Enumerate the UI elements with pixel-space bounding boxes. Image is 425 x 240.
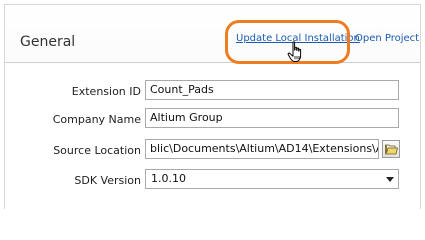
chevron-down-icon[interactable] — [386, 177, 394, 182]
update-local-installation-link[interactable]: Update Local Installation — [236, 33, 360, 44]
section-title: General — [20, 34, 76, 50]
folder-icon — [385, 144, 398, 155]
sdk-version-value: 1.0.10 — [151, 172, 186, 185]
open-project-link[interactable]: Open Project — [355, 33, 419, 44]
company-name-field[interactable]: Altium Group — [145, 108, 399, 128]
company-name-label: Company Name — [52, 113, 141, 126]
extension-id-field[interactable]: Count_Pads — [145, 80, 399, 100]
source-location-field[interactable]: blic\Documents\Altium\AD14\Extensions\Ad… — [145, 139, 379, 159]
extension-id-label: Extension ID — [71, 85, 141, 98]
sdk-version-label: SDK Version — [74, 174, 141, 187]
browse-folder-button[interactable] — [382, 140, 400, 158]
source-location-label: Source Location — [53, 144, 141, 157]
sdk-version-select[interactable]: 1.0.10 — [145, 169, 399, 189]
